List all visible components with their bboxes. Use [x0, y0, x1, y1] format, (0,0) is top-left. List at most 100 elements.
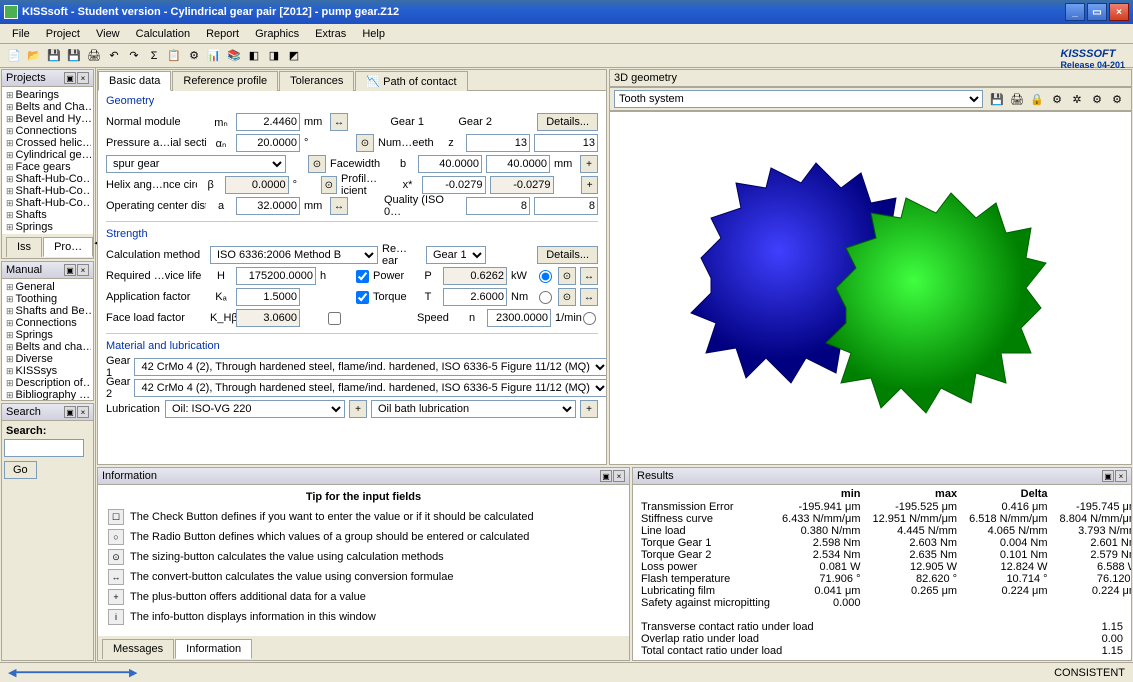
pressure-angle-input[interactable] [236, 134, 300, 152]
profile-g1-input[interactable] [422, 176, 486, 194]
info-tab-information[interactable]: Information [175, 639, 252, 659]
quality-g2-input[interactable] [534, 197, 598, 215]
power-check[interactable] [356, 270, 369, 283]
strength-details-button[interactable]: Details... [537, 246, 598, 264]
panel-close-icon[interactable]: × [77, 406, 89, 418]
menu-report[interactable]: Report [198, 26, 247, 42]
tree-item[interactable]: Shafts and Be… [4, 305, 91, 317]
tree-item[interactable]: Shafts [4, 209, 91, 221]
torque-input[interactable] [443, 288, 507, 306]
plus-icon[interactable]: + [581, 176, 598, 194]
quality-g1-input[interactable] [466, 197, 530, 215]
close-button[interactable]: × [1109, 3, 1129, 21]
manual-tree[interactable]: General Toothing Shafts and Be… Connecti… [2, 279, 93, 400]
sizing-icon[interactable]: ⊙ [558, 288, 576, 306]
sizing-icon[interactable]: ⊙ [558, 267, 576, 285]
tree-item[interactable]: Springs [4, 329, 91, 341]
tree-item[interactable]: Toothing [4, 293, 91, 305]
report-icon[interactable]: 📋 [165, 47, 183, 65]
viewer-settings-icon[interactable]: ⚙ [1048, 90, 1066, 108]
search-input[interactable] [4, 439, 84, 457]
tree-item[interactable]: General [4, 281, 91, 293]
power-radio[interactable] [539, 270, 552, 283]
facewidth-g1-input[interactable] [418, 155, 482, 173]
tree-item[interactable]: Bibliography … [4, 389, 91, 400]
undo-icon[interactable]: ↶ [105, 47, 123, 65]
panel-dock-icon[interactable]: ▣ [64, 406, 76, 418]
info-tab-messages[interactable]: Messages [102, 639, 174, 659]
sizing-icon[interactable]: ⊙ [356, 134, 374, 152]
projects-tab-pro[interactable]: Pro… [43, 237, 93, 257]
tree-item[interactable]: Diverse [4, 353, 91, 365]
tree-item[interactable]: Belts and cha… [4, 341, 91, 353]
tree-item[interactable]: Bearings [4, 89, 91, 101]
power-input[interactable] [443, 267, 507, 285]
ref-gear-select[interactable]: Gear 1 [426, 246, 486, 264]
save-icon[interactable]: 💾 [45, 47, 63, 65]
tree-item[interactable]: Springs [4, 221, 91, 233]
sizing-icon[interactable]: ⊙ [308, 155, 326, 173]
geometry-details-button[interactable]: Details... [537, 113, 598, 131]
tool5-icon[interactable]: ◨ [265, 47, 283, 65]
tab-basic-data[interactable]: Basic data [98, 71, 171, 91]
profile-g2-input[interactable] [490, 176, 554, 194]
center-dist-input[interactable] [236, 197, 300, 215]
facewidth-g2-input[interactable] [486, 155, 550, 173]
lub-method-select[interactable]: Oil bath lubrication [371, 400, 576, 418]
torque-radio[interactable] [539, 291, 552, 304]
panel-dock-icon[interactable]: ▣ [1102, 470, 1114, 482]
tree-item[interactable]: Cylindrical ge… [4, 149, 91, 161]
tool6-icon[interactable]: ◩ [285, 47, 303, 65]
menu-file[interactable]: File [4, 26, 38, 42]
panel-close-icon[interactable]: × [77, 72, 89, 84]
viewer-print-icon[interactable]: 🖨 [1008, 90, 1026, 108]
viewer-save-icon[interactable]: 💾 [988, 90, 1006, 108]
gear1-material-select[interactable]: 42 CrMo 4 (2), Through hardened steel, f… [134, 358, 606, 376]
tree-item[interactable]: Crossed helic… [4, 137, 91, 149]
new-icon[interactable]: 📄 [5, 47, 23, 65]
menu-project[interactable]: Project [38, 26, 88, 42]
plus-icon[interactable]: + [580, 400, 598, 418]
calc-method-select[interactable]: ISO 6336:2006 Method B [210, 246, 378, 264]
lubrication-select[interactable]: Oil: ISO-VG 220 [165, 400, 345, 418]
convert-icon[interactable]: ↔ [580, 288, 598, 306]
redo-icon[interactable]: ↷ [125, 47, 143, 65]
saveall-icon[interactable]: 💾 [65, 47, 83, 65]
print-icon[interactable]: 🖨 [85, 47, 103, 65]
panel-dock-icon[interactable]: ▣ [600, 470, 612, 482]
calc-icon[interactable]: Σ [145, 47, 163, 65]
menu-view[interactable]: View [88, 26, 128, 42]
sizing-icon[interactable]: ⊙ [321, 176, 338, 194]
faceload-check[interactable] [328, 312, 341, 325]
panel-dock-icon[interactable]: ▣ [64, 264, 76, 276]
viewer-canvas[interactable] [609, 111, 1132, 465]
minimize-button[interactable]: _ [1065, 3, 1085, 21]
viewer-mode-select[interactable]: Tooth system [614, 90, 983, 108]
gear-type-select[interactable]: spur gear [106, 155, 286, 173]
gear2-material-select[interactable]: 42 CrMo 4 (2), Through hardened steel, f… [134, 379, 606, 397]
tree-item[interactable]: Connections [4, 125, 91, 137]
life-input[interactable] [236, 267, 316, 285]
plus-icon[interactable]: + [349, 400, 367, 418]
viewer-lock-icon[interactable]: 🔒 [1028, 90, 1046, 108]
projects-tab-iss[interactable]: Iss [6, 237, 42, 257]
panel-dock-icon[interactable]: ▣ [64, 72, 76, 84]
teeth-g1-input[interactable] [466, 134, 530, 152]
torque-check[interactable] [356, 291, 369, 304]
panel-close-icon[interactable]: × [613, 470, 625, 482]
tab-tolerances[interactable]: Tolerances [279, 71, 354, 91]
tree-item[interactable]: Shaft-Hub-Co… [4, 185, 91, 197]
tree-item[interactable]: Shaft-Hub-Co… [4, 173, 91, 185]
tree-item[interactable]: KISSsys [4, 365, 91, 377]
normal-module-input[interactable] [236, 113, 300, 131]
tree-item[interactable]: Shaft-Hub-Co… [4, 197, 91, 209]
tree-item[interactable]: Bevel and Hy… [4, 113, 91, 125]
panel-close-icon[interactable]: × [1115, 470, 1127, 482]
tab-reference-profile[interactable]: Reference profile [172, 71, 278, 91]
viewer-gear1-icon[interactable]: ⚙ [1088, 90, 1106, 108]
tool2-icon[interactable]: 📊 [205, 47, 223, 65]
tool1-icon[interactable]: ⚙ [185, 47, 203, 65]
panel-close-icon[interactable]: × [77, 264, 89, 276]
app-factor-input[interactable] [236, 288, 300, 306]
convert-icon[interactable]: ↔ [330, 113, 348, 131]
